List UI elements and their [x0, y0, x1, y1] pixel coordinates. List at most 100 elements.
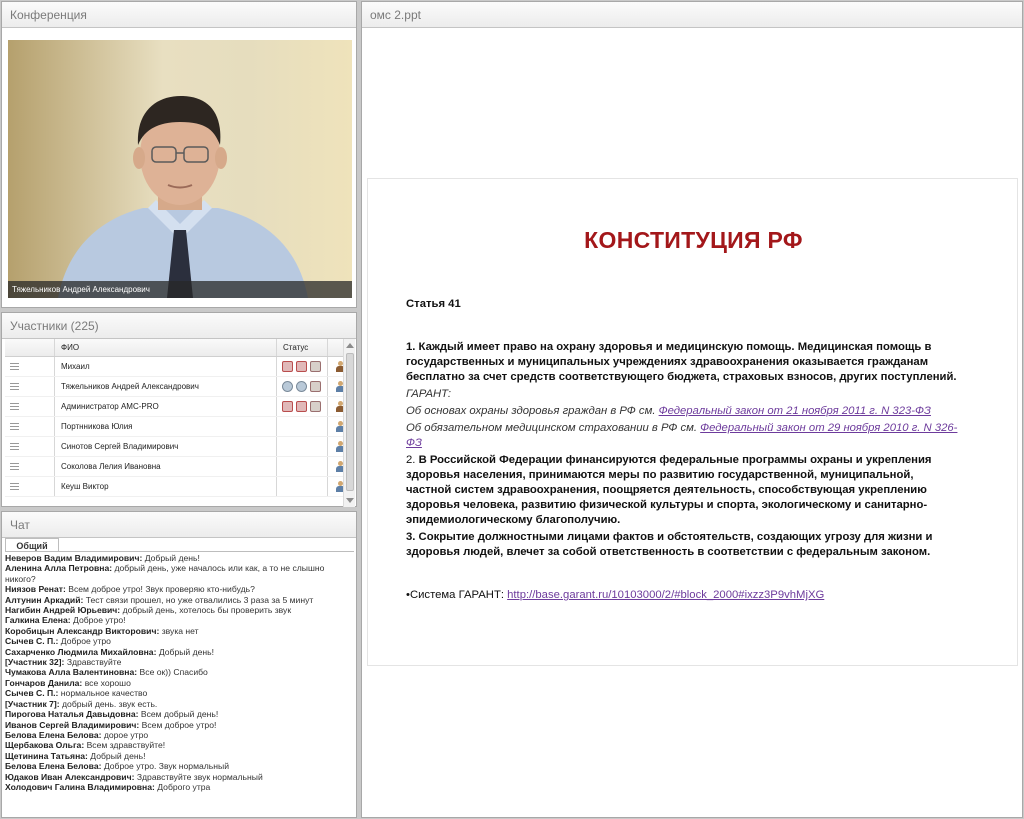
- presentation-panel: омс 2.ppt КОНСТИТУЦИЯ РФ Статья 41 1. Ка…: [361, 1, 1023, 818]
- chat-message: Аленина Алла Петровна: добрый день, уже …: [5, 563, 354, 584]
- chat-author: Сахарченко Людмила Михайловна:: [5, 646, 157, 657]
- speaker-video-image: [58, 95, 308, 298]
- column-header-name[interactable]: ФИО: [61, 339, 79, 357]
- chat-message: Сахарченко Людмила Михайловна: Добрый де…: [5, 647, 354, 657]
- row-menu-icon[interactable]: [10, 423, 19, 430]
- chat-author: Чумакова Алла Валентиновна:: [5, 667, 138, 678]
- screen-share-icon[interactable]: [310, 381, 321, 392]
- participant-name: Кеуш Виктор: [61, 482, 109, 491]
- chat-message: Чумакова Алла Валентиновна: Все ок)) Спа…: [5, 667, 354, 677]
- screen-share-icon[interactable]: [310, 401, 321, 412]
- table-row[interactable]: Соколова Лелия Ивановна: [5, 457, 343, 477]
- camera-icon[interactable]: [282, 381, 293, 392]
- chat-text: Доброе утро!: [73, 615, 126, 626]
- chat-text: звука нет: [161, 625, 199, 636]
- chat-text: Добрый день!: [158, 646, 215, 657]
- table-row[interactable]: Михаил: [5, 357, 343, 377]
- participant-name: Соколова Лелия Ивановна: [61, 462, 161, 471]
- chat-text: Всем здравствуйте!: [86, 740, 166, 751]
- chat-text: Здравствуйте звук нормальный: [136, 771, 263, 782]
- table-row[interactable]: Администратор АМС-PRO: [5, 397, 343, 417]
- user-icon: [336, 361, 343, 372]
- table-row[interactable]: Синотов Сергей Владимирович: [5, 437, 343, 457]
- chat-text: Всем добрый день!: [140, 709, 219, 720]
- participants-panel: Участники (225) ФИО Статус Михаил Тяжель…: [1, 312, 357, 507]
- user-icon: [336, 401, 343, 412]
- chat-tab-general[interactable]: Общий: [5, 538, 59, 552]
- row-menu-icon[interactable]: [10, 403, 19, 410]
- chat-message: Белова Елена Белова: Доброе утро. Звук н…: [5, 761, 354, 771]
- paragraph-3: 3. Сокрытие должностными лицами фактов и…: [406, 531, 933, 558]
- chat-title: Чат: [2, 512, 356, 538]
- chat-message: Неверов Вадим Владимирович: Добрый день!: [5, 553, 354, 563]
- chat-panel: Чат Общий Неверов Вадим Владимирович: До…: [1, 511, 357, 818]
- participant-name: Михаил: [61, 362, 90, 371]
- chat-text: Доброе утро. Звук нормальный: [103, 761, 229, 772]
- table-row[interactable]: Портнникова Юлия: [5, 417, 343, 437]
- participant-name: Портнникова Юлия: [61, 422, 133, 431]
- video-caption: Тяжельников Андрей Александрович: [8, 281, 352, 298]
- chat-text: все хорошо: [84, 677, 131, 688]
- user-icon: [336, 441, 343, 452]
- video-feed[interactable]: Тяжельников Андрей Александрович: [8, 40, 352, 298]
- row-menu-icon[interactable]: [10, 483, 19, 490]
- slide-body: Статья 41 1. Каждый имеет право на охран…: [406, 297, 961, 603]
- table-header: ФИО Статус: [5, 339, 343, 357]
- chat-message: [Участник 7]: добрый день. звук есть.: [5, 699, 354, 709]
- chat-text: дорое утро: [103, 729, 149, 740]
- chat-author: Аленина Алла Петровна:: [5, 563, 113, 574]
- chat-text: Тест связи прошел, но уже отвалились 3 р…: [85, 594, 314, 605]
- row-menu-icon[interactable]: [10, 383, 19, 390]
- scroll-up-icon[interactable]: [346, 343, 354, 348]
- chat-author: [Участник 32]:: [5, 657, 65, 668]
- participants-scrollbar[interactable]: [343, 339, 355, 507]
- chat-message: Ниязов Ренат: Всем доброе утро! Звук про…: [5, 584, 354, 594]
- user-icon: [336, 381, 343, 392]
- microphone-icon[interactable]: [296, 381, 307, 392]
- chat-author: Сычев С. П.:: [5, 636, 59, 647]
- scrollbar-thumb[interactable]: [346, 353, 354, 491]
- microphone-icon[interactable]: [296, 361, 307, 372]
- row-menu-icon[interactable]: [10, 443, 19, 450]
- chat-author: Ниязов Ренат:: [5, 584, 66, 595]
- chat-message: Сычев С. П.: Доброе утро: [5, 636, 354, 646]
- reference-1-link[interactable]: Федеральный закон от 21 ноября 2011 г. N…: [659, 405, 931, 417]
- chat-text: Все ок)) Спасибо: [139, 667, 208, 678]
- chat-message: Юдаков Иван Александрович: Здравствуйте …: [5, 772, 354, 782]
- chat-author: [Участник 7]:: [5, 698, 60, 709]
- chat-author: Алтунин Аркадий:: [5, 594, 84, 605]
- chat-author: Иванов Сергей Владимирович:: [5, 719, 140, 730]
- chat-author: Холодович Галина Владимировна:: [5, 781, 155, 792]
- microphone-icon[interactable]: [296, 401, 307, 412]
- chat-text: Всем доброе утро!: [141, 719, 217, 730]
- chat-message: Щетинина Татьяна: Добрый день!: [5, 751, 354, 761]
- table-row[interactable]: Тяжельников Андрей Александрович: [5, 377, 343, 397]
- camera-icon[interactable]: [282, 401, 293, 412]
- chat-text: добрый день, хотелось бы проверить звук: [122, 605, 292, 616]
- chat-message: Гончаров Данила: все хорошо: [5, 678, 354, 688]
- scroll-down-icon[interactable]: [346, 498, 354, 503]
- chat-author: Галкина Елена:: [5, 615, 71, 626]
- slide: КОНСТИТУЦИЯ РФ Статья 41 1. Каждый имеет…: [367, 178, 1018, 666]
- chat-message: Галкина Елена: Доброе утро!: [5, 615, 354, 625]
- screen-share-icon[interactable]: [310, 361, 321, 372]
- camera-icon[interactable]: [282, 361, 293, 372]
- user-icon: [336, 481, 343, 492]
- reference-2: Об обязательном медицинском страховании …: [406, 422, 958, 449]
- row-menu-icon[interactable]: [10, 363, 19, 370]
- participant-name: Администратор АМС-PRO: [61, 402, 159, 411]
- system-reference: •Система ГАРАНТ: http://base.garant.ru/1…: [406, 589, 825, 601]
- participant-name: Тяжельников Андрей Александрович: [61, 382, 199, 391]
- column-header-status[interactable]: Статус: [283, 339, 308, 357]
- chat-text: нормальное качество: [60, 688, 148, 699]
- chat-author: Нагибин Андрей Юрьевич:: [5, 605, 121, 616]
- chat-message: Сычев С. П.: нормальное качество: [5, 688, 354, 698]
- slide-heading: КОНСТИТУЦИЯ РФ: [584, 227, 803, 253]
- row-menu-icon[interactable]: [10, 463, 19, 470]
- participant-name: Синотов Сергей Владимирович: [61, 442, 179, 451]
- table-row[interactable]: Кеуш Виктор: [5, 477, 343, 497]
- chat-author: Юдаков Иван Александрович:: [5, 771, 135, 782]
- system-link[interactable]: http://base.garant.ru/10103000/2/#block_…: [507, 589, 824, 601]
- conference-title: Конференция: [2, 2, 356, 28]
- chat-text: добрый день. звук есть.: [62, 698, 158, 709]
